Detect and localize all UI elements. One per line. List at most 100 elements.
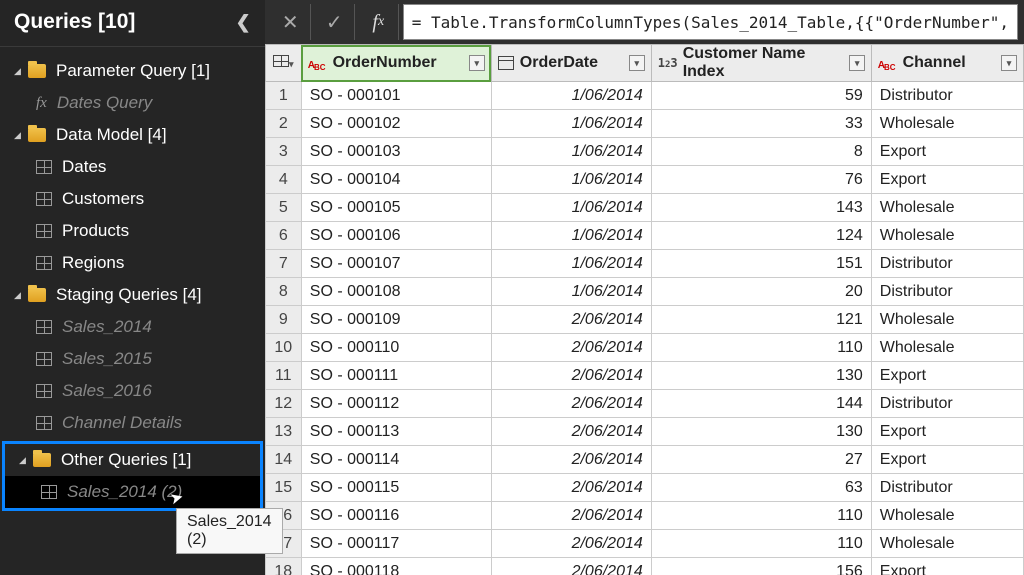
cell-order[interactable]: SO - 000107 [301, 250, 491, 278]
table-row[interactable]: 4 SO - 000104 1/06/2014 76 Export [265, 166, 1023, 194]
cell-date[interactable]: 2/06/2014 [491, 306, 651, 334]
table-row[interactable]: 7 SO - 000107 1/06/2014 151 Distributor [265, 250, 1023, 278]
cell-date[interactable]: 1/06/2014 [491, 82, 651, 110]
cell-date[interactable]: 1/06/2014 [491, 110, 651, 138]
column-header[interactable]: OrderDate▾ [491, 45, 651, 82]
query-item[interactable]: Sales_2014 (2) [5, 476, 260, 508]
cell-index[interactable]: 33 [651, 110, 871, 138]
cell-channel[interactable]: Wholesale [871, 110, 1023, 138]
cell-order[interactable]: SO - 000110 [301, 334, 491, 362]
row-number[interactable]: 8 [265, 278, 301, 306]
cell-date[interactable]: 2/06/2014 [491, 446, 651, 474]
cell-index[interactable]: 151 [651, 250, 871, 278]
cell-channel[interactable]: Wholesale [871, 502, 1023, 530]
column-header[interactable]: OrderNumber▾ [301, 45, 491, 82]
cell-index[interactable]: 59 [651, 82, 871, 110]
table-row[interactable]: 6 SO - 000106 1/06/2014 124 Wholesale [265, 222, 1023, 250]
row-number[interactable]: 10 [265, 334, 301, 362]
table-row[interactable]: 15 SO - 000115 2/06/2014 63 Distributor [265, 474, 1023, 502]
cell-date[interactable]: 2/06/2014 [491, 390, 651, 418]
cell-index[interactable]: 8 [651, 138, 871, 166]
cell-order[interactable]: SO - 000103 [301, 138, 491, 166]
row-number[interactable]: 6 [265, 222, 301, 250]
table-row[interactable]: 8 SO - 000108 1/06/2014 20 Distributor [265, 278, 1023, 306]
cell-order[interactable]: SO - 000111 [301, 362, 491, 390]
cell-order[interactable]: SO - 000106 [301, 222, 491, 250]
cell-channel[interactable]: Export [871, 446, 1023, 474]
cell-index[interactable]: 130 [651, 362, 871, 390]
folder-row[interactable]: ◢ Other Queries [1] [5, 444, 260, 476]
row-number[interactable]: 18 [265, 558, 301, 575]
table-row[interactable]: 10 SO - 000110 2/06/2014 110 Wholesale [265, 334, 1023, 362]
cell-date[interactable]: 2/06/2014 [491, 474, 651, 502]
row-number[interactable]: 1 [265, 82, 301, 110]
cell-order[interactable]: SO - 000102 [301, 110, 491, 138]
table-row[interactable]: 17 SO - 000117 2/06/2014 110 Wholesale [265, 530, 1023, 558]
cell-date[interactable]: 2/06/2014 [491, 530, 651, 558]
collapse-icon[interactable]: ❮ [236, 12, 251, 33]
filter-dropdown-icon[interactable]: ▾ [629, 55, 645, 71]
table-row[interactable]: 18 SO - 000118 2/06/2014 156 Export [265, 558, 1023, 575]
cell-order[interactable]: SO - 000118 [301, 558, 491, 575]
cell-index[interactable]: 63 [651, 474, 871, 502]
cell-channel[interactable]: Distributor [871, 250, 1023, 278]
cell-index[interactable]: 110 [651, 530, 871, 558]
cell-order[interactable]: SO - 000104 [301, 166, 491, 194]
cell-date[interactable]: 2/06/2014 [491, 418, 651, 446]
query-item[interactable]: Products [0, 215, 265, 247]
query-item[interactable]: Regions [0, 247, 265, 279]
commit-button[interactable]: ✓ [315, 4, 355, 40]
cell-order[interactable]: SO - 000108 [301, 278, 491, 306]
cell-date[interactable]: 1/06/2014 [491, 278, 651, 306]
row-number[interactable]: 15 [265, 474, 301, 502]
filter-dropdown-icon[interactable]: ▾ [1001, 55, 1017, 71]
cell-order[interactable]: SO - 000112 [301, 390, 491, 418]
query-item[interactable]: Sales_2015 [0, 343, 265, 375]
table-row[interactable]: 2 SO - 000102 1/06/2014 33 Wholesale [265, 110, 1023, 138]
cell-index[interactable]: 76 [651, 166, 871, 194]
table-row[interactable]: 1 SO - 000101 1/06/2014 59 Distributor [265, 82, 1023, 110]
cell-index[interactable]: 124 [651, 222, 871, 250]
cell-date[interactable]: 1/06/2014 [491, 222, 651, 250]
cell-channel[interactable]: Distributor [871, 278, 1023, 306]
cell-order[interactable]: SO - 000114 [301, 446, 491, 474]
fx-icon[interactable]: fx [359, 4, 399, 40]
cell-index[interactable]: 27 [651, 446, 871, 474]
query-item[interactable]: Channel Details [0, 407, 265, 439]
cell-index[interactable]: 130 [651, 418, 871, 446]
cell-channel[interactable]: Distributor [871, 474, 1023, 502]
cell-channel[interactable]: Wholesale [871, 306, 1023, 334]
cell-channel[interactable]: Wholesale [871, 334, 1023, 362]
cell-channel[interactable]: Export [871, 558, 1023, 575]
cell-date[interactable]: 2/06/2014 [491, 502, 651, 530]
folder-row[interactable]: ◢ Parameter Query [1] [0, 55, 265, 87]
row-number[interactable]: 2 [265, 110, 301, 138]
cell-date[interactable]: 1/06/2014 [491, 138, 651, 166]
select-all-corner[interactable]: ▾ [265, 45, 301, 82]
cell-index[interactable]: 143 [651, 194, 871, 222]
cancel-button[interactable]: ✕ [271, 4, 311, 40]
cell-channel[interactable]: Export [871, 418, 1023, 446]
table-row[interactable]: 3 SO - 000103 1/06/2014 8 Export [265, 138, 1023, 166]
cell-order[interactable]: SO - 000109 [301, 306, 491, 334]
cell-date[interactable]: 1/06/2014 [491, 166, 651, 194]
cell-index[interactable]: 20 [651, 278, 871, 306]
folder-row[interactable]: ◢ Staging Queries [4] [0, 279, 265, 311]
cell-channel[interactable]: Wholesale [871, 530, 1023, 558]
row-number[interactable]: 13 [265, 418, 301, 446]
cell-channel[interactable]: Wholesale [871, 194, 1023, 222]
column-header[interactable]: Channel▾ [871, 45, 1023, 82]
cell-order[interactable]: SO - 000117 [301, 530, 491, 558]
cell-index[interactable]: 110 [651, 502, 871, 530]
row-number[interactable]: 9 [265, 306, 301, 334]
table-row[interactable]: 11 SO - 000111 2/06/2014 130 Export [265, 362, 1023, 390]
table-row[interactable]: 16 SO - 000116 2/06/2014 110 Wholesale [265, 502, 1023, 530]
cell-index[interactable]: 156 [651, 558, 871, 575]
cell-channel[interactable]: Export [871, 138, 1023, 166]
row-number[interactable]: 11 [265, 362, 301, 390]
cell-order[interactable]: SO - 000116 [301, 502, 491, 530]
query-item[interactable]: fxDates Query [0, 87, 265, 119]
cell-order[interactable]: SO - 000105 [301, 194, 491, 222]
column-header[interactable]: 123Customer Name Index▾ [651, 45, 871, 82]
cell-index[interactable]: 144 [651, 390, 871, 418]
